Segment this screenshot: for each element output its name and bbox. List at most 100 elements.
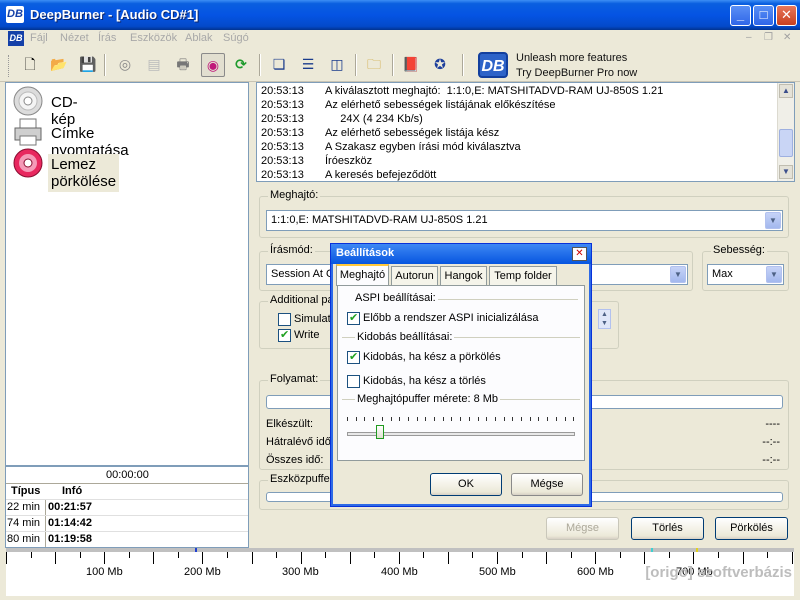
ruler-tick xyxy=(55,552,57,564)
open-folder-icon[interactable]: 📂 xyxy=(48,53,70,75)
scroll-down-icon[interactable]: ▼ xyxy=(779,165,793,179)
dialog-title-bar[interactable]: Beállítások ✕ xyxy=(331,244,591,264)
menu-window[interactable]: Ablak xyxy=(185,32,213,44)
ruler-tick xyxy=(276,552,278,558)
promo-line-1[interactable]: Unleash more features xyxy=(516,52,627,64)
slider-tick xyxy=(538,417,540,421)
ruler-tick xyxy=(30,552,32,558)
promo-line-2[interactable]: Try DeepBurner Pro now xyxy=(516,67,637,79)
task-panel: CD-kép Címke nyomtatása Lemez pörkölése xyxy=(5,82,249,466)
ruler-label: 400 Mb xyxy=(381,566,418,578)
log-panel[interactable]: 20:53:13 A kiválasztott meghajtó: 1:1:0,E… xyxy=(256,82,795,182)
help-book-icon[interactable]: 📕 xyxy=(400,53,422,75)
mdi-close-icon[interactable]: ✕ xyxy=(783,32,791,43)
cascade-icon[interactable]: ❏ xyxy=(268,53,290,75)
menu-help[interactable]: Súgó xyxy=(223,32,249,44)
ruler-tick xyxy=(349,552,351,564)
log-scrollbar[interactable]: ▲ ▼ xyxy=(777,83,794,181)
new-file-icon[interactable]: 🗋 xyxy=(19,53,41,75)
write-checkbox[interactable] xyxy=(278,328,291,342)
done-label: Elkészült: xyxy=(266,418,314,430)
aspi-init-checkbox[interactable] xyxy=(347,311,360,325)
log-time: 20:53:13 xyxy=(261,155,304,167)
menu-file[interactable]: Fájl xyxy=(30,32,48,44)
print-icon[interactable]: 🖶 xyxy=(172,53,194,75)
eject-after-erase-label: Kidobás, ha kész a törlés xyxy=(363,375,486,387)
ruler-tick xyxy=(153,552,155,564)
slider-tick xyxy=(494,417,496,421)
ruler-tick xyxy=(472,552,474,558)
window-title: DeepBurner - [Audio CD#1] xyxy=(30,7,199,22)
chevron-down-icon[interactable]: ▼ xyxy=(670,266,686,283)
divider xyxy=(6,483,248,484)
table-cell-type: 22 min xyxy=(7,501,41,513)
divider xyxy=(6,499,248,500)
column-header-type: Típus xyxy=(11,485,41,497)
cancel-button[interactable]: Mégse xyxy=(546,517,619,540)
watermark: [origo] szoftverbázis xyxy=(645,564,792,581)
simulate-checkbox[interactable] xyxy=(278,313,291,326)
refresh-icon[interactable]: ⟳ xyxy=(230,53,252,75)
mdi-minimize-icon[interactable]: ‒ xyxy=(746,32,752,43)
column-divider xyxy=(45,499,46,547)
slider-tick xyxy=(521,417,522,421)
erase-button[interactable]: Törlés xyxy=(631,517,704,540)
disc-icon[interactable]: ◎ xyxy=(114,53,136,75)
eject-after-burn-checkbox[interactable] xyxy=(347,350,360,364)
promo-logo-icon[interactable]: DB xyxy=(478,52,508,78)
tab-drive[interactable]: Meghajtó xyxy=(336,264,389,286)
minimize-button[interactable]: _ xyxy=(730,5,751,26)
ruler-tick xyxy=(177,552,179,558)
buffer-slider-thumb[interactable] xyxy=(376,425,384,439)
menu-tools[interactable]: Eszközök xyxy=(130,32,177,44)
tab-sounds[interactable]: Hangok xyxy=(440,266,487,285)
toolbar: 🗋 📂 💾 ◎ ▤ 🖶 ◉ ⟳ ❏ ☰ ◫ 🗀 📕 ✪ xyxy=(0,49,800,82)
menu-view[interactable]: Nézet xyxy=(60,32,89,44)
chevron-down-icon[interactable]: ▼ xyxy=(766,266,782,283)
title-bar[interactable]: DB DeepBurner - [Audio CD#1] _ □ ✕ xyxy=(0,0,800,30)
speed-select[interactable]: Max ▼ xyxy=(707,264,784,285)
ruler-tick xyxy=(202,552,204,564)
copies-spinner[interactable]: ▲ ▼ xyxy=(598,309,611,329)
slider-tick xyxy=(573,417,575,421)
scroll-up-icon[interactable]: ▲ xyxy=(779,84,793,98)
table-cell-info: 01:19:58 xyxy=(48,533,93,545)
slider-tick xyxy=(468,417,470,421)
save-icon[interactable]: 💾 xyxy=(77,53,99,75)
eject-after-erase-checkbox[interactable] xyxy=(347,375,360,388)
dialog-cancel-button[interactable]: Mégse xyxy=(511,473,583,496)
log-message: A keresés befejeződött xyxy=(325,169,437,181)
tab-autorun[interactable]: Autorun xyxy=(391,266,438,285)
close-button[interactable]: ✕ xyxy=(776,5,797,26)
burn-icon[interactable]: ◉ xyxy=(201,53,225,77)
ruler-tick xyxy=(6,552,7,564)
about-icon[interactable]: ✪ xyxy=(429,53,451,75)
speed-group: Sebesség: Max ▼ xyxy=(702,244,789,291)
scroll-thumb[interactable] xyxy=(779,129,793,157)
log-time: 20:53:13 xyxy=(261,169,304,181)
log-message: Az elérhető sebességek listájának előkés… xyxy=(325,99,556,111)
tile-horizontal-icon[interactable]: ☰ xyxy=(297,53,319,75)
total-label: Összes idő: xyxy=(266,454,324,466)
mdi-doc-icon: DB xyxy=(8,31,24,46)
slider-tick xyxy=(364,417,366,421)
maximize-button[interactable]: □ xyxy=(753,5,774,26)
tab-temp-folder[interactable]: Temp folder xyxy=(489,266,557,285)
folder-icon[interactable]: 🗀 xyxy=(363,53,385,75)
slider-tick xyxy=(373,417,375,421)
divider xyxy=(438,299,578,300)
chevron-down-icon[interactable]: ▼ xyxy=(765,212,781,229)
ruler-marker xyxy=(651,548,653,552)
menu-write[interactable]: Írás xyxy=(98,32,116,44)
mdi-restore-icon[interactable]: ❐ xyxy=(764,32,773,43)
done-value: ---- xyxy=(765,418,780,430)
speed-value: Max xyxy=(712,268,733,280)
drive-select[interactable]: 1:1:0,E: MATSHITADVD-RAM UJ-850S 1.21 ▼ xyxy=(266,210,783,231)
ok-button[interactable]: OK xyxy=(430,473,502,496)
dialog-close-icon[interactable]: ✕ xyxy=(572,247,587,261)
burn-button[interactable]: Pörkölés xyxy=(715,517,788,540)
disc-info-icon[interactable]: ▤ xyxy=(143,53,165,75)
tile-vertical-icon[interactable]: ◫ xyxy=(326,53,348,75)
divider xyxy=(6,531,248,532)
slider-tick xyxy=(460,417,462,421)
